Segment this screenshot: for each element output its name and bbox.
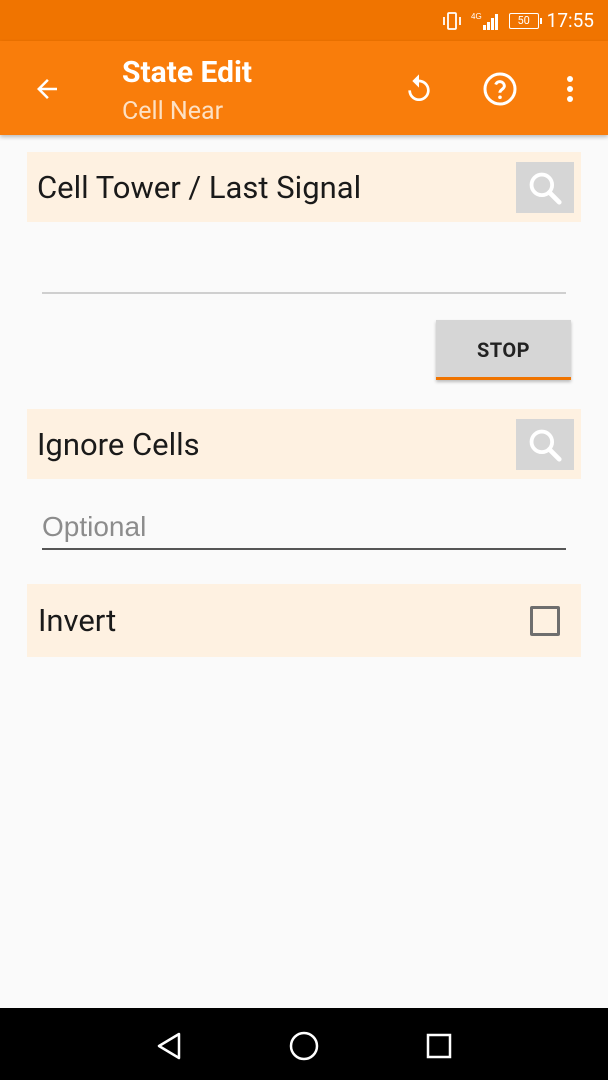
invert-checkbox[interactable] bbox=[530, 606, 560, 636]
nav-home-button[interactable] bbox=[284, 1026, 324, 1066]
navigation-bar bbox=[0, 1008, 608, 1080]
ignore-cells-input[interactable] bbox=[42, 506, 566, 550]
cell-tower-search-button[interactable] bbox=[516, 162, 574, 213]
clock: 17:55 bbox=[546, 9, 594, 32]
invert-label: Invert bbox=[38, 602, 117, 639]
page-subtitle: Cell Near bbox=[122, 97, 224, 126]
battery-level: 50 bbox=[508, 12, 542, 29]
invert-row[interactable]: Invert bbox=[27, 584, 581, 657]
app-bar: State Edit Cell Near bbox=[0, 41, 608, 135]
signal-icon: 4G bbox=[471, 11, 501, 31]
back-button[interactable] bbox=[26, 68, 68, 110]
cell-tower-header: Cell Tower / Last Signal bbox=[27, 152, 581, 222]
undo-button[interactable] bbox=[398, 68, 440, 110]
cell-tower-label: Cell Tower / Last Signal bbox=[37, 169, 362, 206]
more-vert-icon bbox=[567, 76, 573, 102]
cell-tower-field[interactable] bbox=[42, 292, 566, 294]
stop-button-label: STOP bbox=[476, 338, 531, 362]
search-icon bbox=[529, 172, 562, 205]
vibrate-icon bbox=[441, 11, 463, 31]
square-recents-icon bbox=[426, 1033, 452, 1059]
battery-icon: 50 bbox=[508, 12, 542, 29]
help-button[interactable] bbox=[479, 68, 521, 110]
nav-back-button[interactable] bbox=[149, 1026, 189, 1066]
nav-recents-button[interactable] bbox=[419, 1026, 459, 1066]
stop-button-underline bbox=[436, 377, 571, 380]
status-bar: 4G 50 17:55 bbox=[0, 0, 608, 41]
triangle-back-icon bbox=[157, 1032, 181, 1060]
arrow-left-icon bbox=[37, 79, 57, 99]
ignore-cells-search-button[interactable] bbox=[516, 419, 574, 470]
circle-home-icon bbox=[289, 1031, 319, 1061]
page-title: State Edit bbox=[122, 55, 253, 90]
more-options-button[interactable] bbox=[549, 68, 591, 110]
stop-button[interactable]: STOP bbox=[436, 320, 571, 380]
network-type-label: 4G bbox=[471, 12, 482, 21]
search-icon bbox=[529, 429, 562, 462]
ignore-cells-label: Ignore Cells bbox=[37, 426, 200, 463]
ignore-cells-header: Ignore Cells bbox=[27, 409, 581, 479]
help-icon bbox=[483, 72, 517, 106]
undo-icon bbox=[408, 74, 430, 101]
